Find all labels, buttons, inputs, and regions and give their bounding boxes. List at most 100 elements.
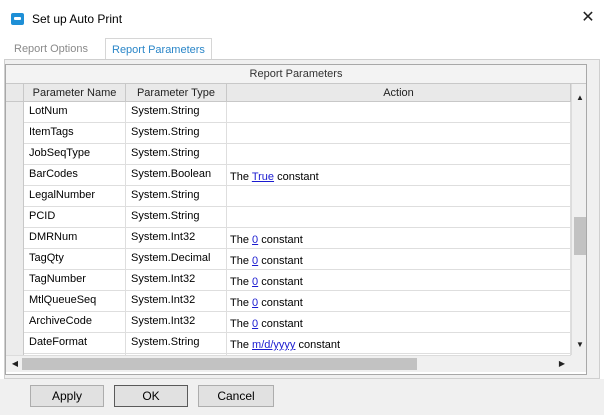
parameter-name-cell: DMRNum bbox=[24, 228, 126, 249]
action-cell[interactable]: The 0 constant bbox=[227, 312, 571, 333]
close-icon[interactable]: ✕ bbox=[578, 8, 598, 28]
parameter-name-cell: ArchiveCode bbox=[24, 312, 126, 333]
action-cell[interactable]: The 0 constant bbox=[227, 249, 571, 270]
action-value-link[interactable]: True bbox=[252, 171, 274, 183]
action-cell[interactable] bbox=[227, 123, 571, 144]
action-value-link[interactable]: 0 bbox=[252, 234, 258, 246]
action-prefix: The bbox=[230, 255, 249, 267]
vertical-scroll-thumb[interactable] bbox=[574, 217, 586, 255]
action-cell[interactable]: The m/d/yyyy constant bbox=[227, 333, 571, 354]
table-row[interactable]: JobSeqType System.String bbox=[6, 144, 571, 165]
action-value-link[interactable]: 0 bbox=[252, 318, 258, 330]
scrollbar-corner bbox=[571, 355, 586, 372]
table-row[interactable]: ArchiveCode System.Int32 The 0 constant bbox=[6, 312, 571, 333]
parameter-type-cell: System.Decimal bbox=[126, 249, 227, 270]
parameter-type-cell: System.String bbox=[126, 207, 227, 228]
parameter-type-cell: System.Int32 bbox=[126, 291, 227, 312]
action-cell[interactable]: The 0 constant bbox=[227, 270, 571, 291]
action-prefix: The bbox=[230, 276, 249, 288]
row-selector[interactable] bbox=[6, 270, 24, 291]
parameter-name-cell: LegalNumber bbox=[24, 186, 126, 207]
parameter-type-cell: System.Int32 bbox=[126, 270, 227, 291]
action-cell[interactable]: The 0 constant bbox=[227, 228, 571, 249]
scroll-right-icon[interactable]: ▶ bbox=[555, 356, 569, 372]
parameter-type-cell: System.String bbox=[126, 186, 227, 207]
title-bar: Set up Auto Print ✕ bbox=[0, 0, 604, 38]
action-value-link[interactable]: 0 bbox=[252, 297, 258, 309]
action-cell[interactable] bbox=[227, 207, 571, 228]
action-value-link[interactable]: m/d/yyyy bbox=[252, 339, 295, 351]
table-row[interactable]: LegalNumber System.String bbox=[6, 186, 571, 207]
action-cell[interactable] bbox=[227, 102, 571, 123]
action-prefix: The bbox=[230, 339, 249, 351]
action-value-link[interactable]: 0 bbox=[252, 255, 258, 267]
action-prefix: The bbox=[230, 171, 249, 183]
row-selector[interactable] bbox=[6, 123, 24, 144]
table-row[interactable]: DateFormat System.String The m/d/yyyy cons… bbox=[6, 333, 571, 354]
table-row[interactable]: ItemTags System.String bbox=[6, 123, 571, 144]
apply-button[interactable]: Apply bbox=[30, 385, 104, 407]
tab-strip: Report Options Report Parameters bbox=[4, 38, 600, 61]
window-title: Set up Auto Print bbox=[32, 12, 123, 26]
table-row[interactable]: MtlQueueSeq System.Int32 The 0 constant bbox=[6, 291, 571, 312]
scroll-down-icon[interactable]: ▼ bbox=[572, 337, 586, 353]
grid-body: LotNum System.String ItemTags System.String… bbox=[6, 102, 571, 355]
app-icon bbox=[11, 13, 24, 25]
tab-report-options[interactable]: Report Options bbox=[8, 38, 94, 60]
row-selector[interactable] bbox=[6, 249, 24, 270]
action-value-link[interactable]: 0 bbox=[252, 276, 258, 288]
cancel-button[interactable]: Cancel bbox=[198, 385, 274, 407]
row-selector-header bbox=[6, 84, 24, 102]
action-suffix: constant bbox=[298, 339, 341, 351]
row-selector[interactable] bbox=[6, 228, 24, 249]
action-suffix: constant bbox=[261, 234, 303, 246]
column-header-parameter-type[interactable]: Parameter Type bbox=[126, 84, 227, 102]
table-row[interactable]: BarCodes System.Boolean The True constant bbox=[6, 165, 571, 186]
row-selector[interactable] bbox=[6, 207, 24, 228]
table-row[interactable]: PCID System.String bbox=[6, 207, 571, 228]
parameter-type-cell: System.Int32 bbox=[126, 312, 227, 333]
vertical-scrollbar[interactable]: ▲ ▼ bbox=[571, 84, 586, 355]
parameter-name-cell: MtlQueueSeq bbox=[24, 291, 126, 312]
ok-button[interactable]: OK bbox=[114, 385, 188, 407]
row-selector[interactable] bbox=[6, 186, 24, 207]
action-cell[interactable]: The 0 constant bbox=[227, 291, 571, 312]
column-header-parameter-name[interactable]: Parameter Name bbox=[24, 84, 126, 102]
parameter-type-cell: System.String bbox=[126, 102, 227, 123]
row-selector[interactable] bbox=[6, 312, 24, 333]
table-row[interactable]: LotNum System.String bbox=[6, 102, 571, 123]
tab-report-parameters[interactable]: Report Parameters bbox=[105, 38, 212, 61]
parameter-name-cell: DateFormat bbox=[24, 333, 126, 354]
parameter-type-cell: System.String bbox=[126, 333, 227, 354]
column-header-action[interactable]: Action bbox=[227, 84, 571, 102]
parameter-name-cell: TagQty bbox=[24, 249, 126, 270]
table-row[interactable]: DMRNum System.Int32 The 0 constant bbox=[6, 228, 571, 249]
action-suffix: constant bbox=[261, 276, 303, 288]
parameter-name-cell: LotNum bbox=[24, 102, 126, 123]
action-prefix: The bbox=[230, 297, 249, 309]
parameters-grid: Report Parameters Parameter Name Paramet… bbox=[5, 64, 587, 375]
action-cell[interactable] bbox=[227, 186, 571, 207]
horizontal-scrollbar[interactable]: ◀ ▶ bbox=[6, 355, 571, 372]
grid-header: Parameter Name Parameter Type Action bbox=[6, 84, 571, 102]
row-selector[interactable] bbox=[6, 291, 24, 312]
scroll-left-icon[interactable]: ◀ bbox=[8, 356, 22, 372]
parameter-type-cell: System.Int32 bbox=[126, 228, 227, 249]
row-selector[interactable] bbox=[6, 165, 24, 186]
horizontal-scroll-thumb[interactable] bbox=[22, 358, 417, 370]
row-selector[interactable] bbox=[6, 102, 24, 123]
grid-caption: Report Parameters bbox=[6, 65, 586, 84]
parameter-name-cell: PCID bbox=[24, 207, 126, 228]
parameter-name-cell: JobSeqType bbox=[24, 144, 126, 165]
action-cell[interactable]: The True constant bbox=[227, 165, 571, 186]
action-cell[interactable] bbox=[227, 144, 571, 165]
table-row[interactable]: TagNumber System.Int32 The 0 constant bbox=[6, 270, 571, 291]
parameter-name-cell: TagNumber bbox=[24, 270, 126, 291]
action-prefix: The bbox=[230, 234, 249, 246]
parameter-type-cell: System.Boolean bbox=[126, 165, 227, 186]
action-suffix: constant bbox=[261, 297, 303, 309]
row-selector[interactable] bbox=[6, 144, 24, 165]
table-row[interactable]: TagQty System.Decimal The 0 constant bbox=[6, 249, 571, 270]
scroll-up-icon[interactable]: ▲ bbox=[572, 90, 586, 106]
row-selector[interactable] bbox=[6, 333, 24, 354]
